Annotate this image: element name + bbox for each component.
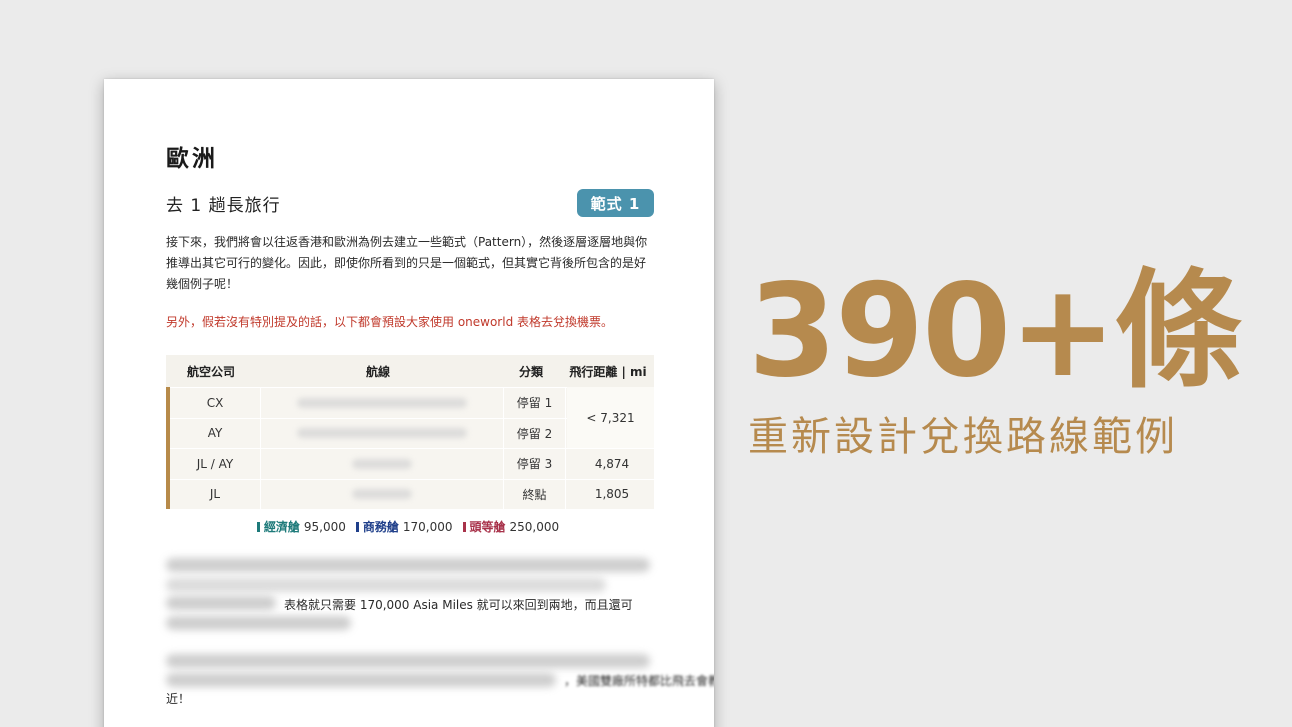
legend-economy-label: 經濟艙 <box>263 520 300 534</box>
legend-first-mark <box>462 521 466 532</box>
cell-route-redacted <box>260 448 504 479</box>
cell-type: 停留 3 <box>504 448 566 479</box>
header-distance: 飛行距離 | mi <box>569 364 647 379</box>
region-title: 歐洲 <box>166 146 218 172</box>
header-route: 航線 <box>365 364 390 379</box>
redacted-route <box>352 458 412 469</box>
redacted-text-line <box>166 596 276 610</box>
trip-title: 去 1 趟長旅行 <box>166 196 281 216</box>
legend-business-value: 170,000 <box>402 519 453 534</box>
table-header: 航空公司 航線 分類 飛行距離 | mi <box>166 355 654 387</box>
cell-type: 停留 1 <box>504 387 566 418</box>
legend-first-value: 250,000 <box>509 519 560 534</box>
cell-merged-distance: < 7,321 <box>567 387 654 448</box>
cell-route-redacted <box>260 417 504 448</box>
intro-paragraph: 接下來，我們將會以往返香港和歐洲為例去建立一些範式（Pattern），然後逐層逐… <box>166 235 648 291</box>
legend-economy-value: 95,000 <box>303 519 346 534</box>
route-table: 航空公司 航線 分類 飛行距離 | mi CX 停留 1 AY 停留 2 JL … <box>166 355 658 510</box>
cell-type: 停留 2 <box>504 417 566 448</box>
legend-economy-mark <box>256 521 260 532</box>
legend-business: 商務艙 170,000 <box>355 518 453 535</box>
cabin-legend: 經濟艙 95,000 商務艙 170,000 頭等艙 250,000 <box>166 518 654 535</box>
redacted-text-line <box>166 673 556 687</box>
redacted-text-line <box>166 558 650 572</box>
legend-economy: 經濟艙 95,000 <box>256 518 346 535</box>
cell-distance: 1,805 <box>566 478 658 510</box>
headline-subtitle: 重新設計兌換路線範例 <box>748 414 1178 460</box>
table-body: CX 停留 1 AY 停留 2 JL / AY 停留 3 4,874 JL 終點… <box>166 387 658 510</box>
redacted-route <box>352 489 412 500</box>
slide: 歐洲 去 1 趟長旅行 範式 1 接下來，我們將會以往返香港和歐洲為例去建立一些… <box>0 0 1292 727</box>
redacted-route <box>297 428 467 439</box>
cell-distance: 4,874 <box>566 448 658 479</box>
cell-airline: JL <box>170 478 260 510</box>
table-row: JL / AY 停留 3 4,874 <box>170 448 658 479</box>
cell-type: 終點 <box>504 478 566 509</box>
redacted-route <box>297 397 467 408</box>
paragraph-visible-text: 表格就只需要 170,000 Asia Miles 就可以來回到兩地，而且還可 <box>284 598 633 612</box>
legend-first: 頭等艙 250,000 <box>462 518 560 535</box>
note-paragraph: 另外，假若沒有特別提及的話，以下都會預設大家使用 oneworld 表格去兌換機… <box>166 315 614 329</box>
redacted-text-line <box>166 616 351 630</box>
table-row: JL 終點 1,805 <box>170 478 658 510</box>
header-airline: 航空公司 <box>186 364 235 379</box>
cell-route-redacted <box>260 387 504 418</box>
paragraph-tail-text: ，美國雙廠所特都比飛去會教 <box>564 674 714 688</box>
cell-airline: JL / AY <box>170 448 260 479</box>
redacted-text-line <box>166 578 606 592</box>
pattern-badge: 範式 1 <box>577 189 654 217</box>
cell-airline: AY <box>170 417 260 449</box>
headline-count: 390+條 <box>748 257 1242 406</box>
legend-business-label: 商務艙 <box>362 520 399 534</box>
cell-route-redacted <box>260 478 504 509</box>
header-type: 分類 <box>518 364 543 379</box>
document-preview: 歐洲 去 1 趟長旅行 範式 1 接下來，我們將會以往返香港和歐洲為例去建立一些… <box>104 79 714 727</box>
legend-business-mark <box>355 521 359 532</box>
redacted-text-line <box>166 654 650 668</box>
legend-first-label: 頭等艙 <box>469 520 506 534</box>
paragraph-end-text: 近！ <box>166 692 191 706</box>
cell-airline: CX <box>170 387 260 418</box>
